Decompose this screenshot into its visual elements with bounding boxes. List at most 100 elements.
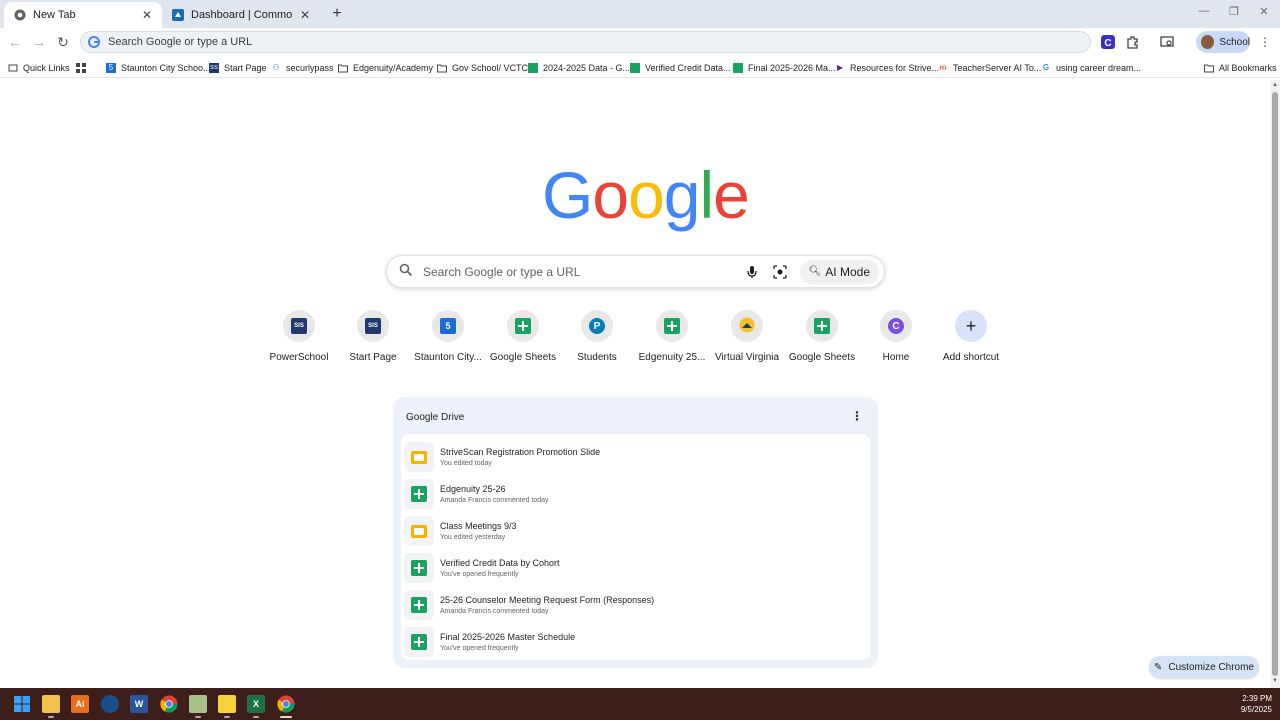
apps-grid-icon[interactable] [76,60,91,75]
canva-icon: C [888,318,904,334]
menu-icon[interactable]: ⋮ [1257,34,1273,50]
bookmark-teacherserver[interactable]: ᵯ TeacherServer AI To... [938,60,1042,75]
new-tab-button[interactable]: + [327,4,347,24]
more-options-icon[interactable]: ⋮ [850,409,864,423]
search-icon [399,263,413,280]
shortcut-students[interactable]: P Students [560,310,634,363]
tab-common-app[interactable]: Dashboard | Common App ✕ [162,2,320,28]
shortcut-staunton-city[interactable]: 5 Staunton City... [411,310,485,363]
drive-file-item[interactable]: Class Meetings 9/3 You edited yesterday [401,512,870,549]
restore-icon[interactable]: ❐ [1226,5,1242,18]
windows-start-icon[interactable] [13,695,31,713]
minimize-icon[interactable]: — [1196,5,1212,17]
tab-search-icon[interactable] [1159,34,1175,50]
bookmark-quick-links[interactable]: Quick Links [8,60,70,75]
ai-mode-button[interactable]: 🔍︎ AI Mode [799,259,879,284]
shortcut-powerschool[interactable]: SIS PowerSchool [262,310,336,363]
logo-letter: g [663,158,701,232]
bookmark-staunton[interactable]: 5 Staunton City Schoo... [106,60,211,75]
chrome-icon [14,9,26,21]
scroll-thumb[interactable] [1272,92,1278,676]
chrome-taskbar-icon[interactable] [160,695,178,713]
bookmark-label: All Bookmarks [1219,62,1277,73]
shortcut-google-sheets-1[interactable]: Google Sheets [486,310,560,363]
ai-sparkle-icon: 🔍︎ [808,266,822,277]
shortcut-google-sheets-2[interactable]: Google Sheets [785,310,859,363]
close-tab-icon[interactable]: ✕ [142,8,152,22]
tab-new-tab[interactable]: New Tab ✕ [4,2,162,28]
bookmark-career-dream[interactable]: G using career dream... [1041,60,1141,75]
file-explorer-icon[interactable] [42,695,60,713]
sheets-icon [814,318,830,334]
bookmark-verified-credit[interactable]: Verified Credit Data... [630,60,731,75]
shortcut-add[interactable]: + Add shortcut [934,310,1008,363]
search-box[interactable]: Search Google or type a URL 🔍︎ AI Mode [386,255,885,288]
shortcut-virtual-virginia[interactable]: Virtual Virginia [710,310,784,363]
pearson-icon: P [589,318,605,334]
bookmark-label: Staunton City Schoo... [121,62,211,73]
drive-file-activity: Amanda Francis commented today [440,608,549,615]
edge-app-icon[interactable] [101,695,119,713]
bookmark-securlypass[interactable]: ⚇ securlypass [271,60,334,75]
back-icon[interactable]: ← [7,34,23,50]
search-placeholder: Search Google or type a URL [423,264,581,279]
bookmark-all-bookmarks[interactable]: All Bookmarks [1204,60,1277,75]
close-tab-icon[interactable]: ✕ [300,8,310,22]
sheets-icon [411,486,427,502]
reload-icon[interactable]: ↻ [55,34,71,50]
shortcut-label: Google Sheets [489,352,557,363]
bookmark-start-page[interactable]: SIS Start Page [209,60,267,75]
customize-chrome-button[interactable]: ✎ Customize Chrome [1149,656,1259,678]
address-bar[interactable]: Search Google or type a URL [80,31,1091,53]
profile-button[interactable]: School [1196,31,1250,53]
chrome-active-icon[interactable] [277,695,295,713]
tab-strip: New Tab ✕ Dashboard | Common App ✕ + — ❐… [0,0,1280,28]
close-window-icon[interactable]: ✕ [1256,5,1272,18]
sheets-icon [411,634,427,650]
shortcut-start-page[interactable]: SIS Start Page [336,310,410,363]
logo-letter: o [592,158,629,232]
scroll-down-icon[interactable]: ▼ [1271,678,1279,684]
bookmark-folder-edgenuity[interactable]: Edgenuity/Academy [338,60,433,75]
sticky-notes-icon[interactable] [218,695,236,713]
common-app-icon [172,9,184,21]
system-clock[interactable]: 2:39 PM 9/5/2025 [1220,693,1272,715]
drive-file-item[interactable]: Edgenuity 25-26 Amanda Francis commented… [401,475,870,512]
bookmark-label: Gov School/ VCTC [452,62,529,73]
shortcut-label: PowerSchool [269,352,329,363]
excel-icon[interactable]: X [247,695,265,713]
forward-icon[interactable]: → [31,34,47,50]
staunton-icon: 5 [440,318,456,334]
bookmark-2024-data[interactable]: 2024-2025 Data - G... [528,60,630,75]
drive-file-name: Final 2025-2026 Master Schedule [440,632,576,642]
extensions-icon[interactable] [1125,34,1141,50]
ai-mode-label: AI Mode [825,264,870,279]
bookmark-folder-gov-school[interactable]: Gov School/ VCTC [437,60,528,75]
scrollbar[interactable]: ▲ ▼ [1270,80,1280,688]
lens-icon[interactable] [772,264,788,280]
shortcut-edgenuity[interactable]: Edgenuity 25... [635,310,709,363]
bookmark-final-2025[interactable]: Final 2025-2026 Ma... [733,60,836,75]
folder-icon [437,63,447,73]
drive-file-item[interactable]: StriveScan Registration Promotion Slide … [401,438,870,475]
taskbar: Ai W X 2:39 PM 9/5/2025 [0,688,1280,720]
scroll-up-icon[interactable]: ▲ [1271,82,1279,88]
word-icon[interactable]: W [130,695,148,713]
address-placeholder: Search Google or type a URL [108,36,253,48]
spreadsheet-app-icon[interactable] [189,695,207,713]
adobe-icon[interactable]: Ai [71,695,89,713]
extension-c-icon[interactable]: C [1100,34,1116,50]
bookmark-label: Start Page [224,62,267,73]
customize-label: Customize Chrome [1168,661,1254,673]
bookmark-label: securlypass [286,62,334,73]
teacherserver-icon: ᵯ [939,63,947,72]
logo-letter: l [699,158,715,232]
google-g-icon: G [1042,63,1050,72]
bookmark-resources-strive[interactable]: ▶ Resources for Strive... [835,60,939,75]
drive-file-item[interactable]: 25-26 Counselor Meeting Request Form (Re… [401,586,870,623]
drive-file-item[interactable]: Final 2025-2026 Master Schedule You've o… [401,623,870,660]
drive-file-name: 25-26 Counselor Meeting Request Form (Re… [440,595,655,605]
drive-file-item[interactable]: Verified Credit Data by Cohort You've op… [401,549,870,586]
shortcut-home[interactable]: C Home [859,310,933,363]
microphone-icon[interactable] [744,264,760,280]
